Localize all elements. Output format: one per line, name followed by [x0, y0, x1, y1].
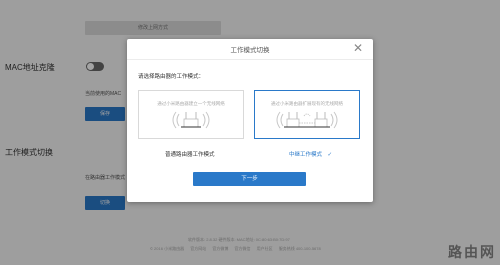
mode-label-repeater-text: 中继工作模式 [289, 152, 323, 158]
mode-card-router[interactable]: 通过小米路由器建立一个无线网络 [138, 90, 244, 139]
mode-card-repeater-desc: 通过小米路由器扩展现有的无线网络 [271, 101, 343, 106]
mode-prompt: 请选择路由器的工作模式： [138, 74, 205, 80]
work-mode-dialog: 工作模式切换 ✕ 请选择路由器的工作模式： 通过小米路由器建立一个无线网络 普通… [127, 39, 373, 202]
wifi-router-icon [172, 111, 210, 129]
wifi-repeater-icon [276, 111, 338, 129]
next-button[interactable]: 下一步 [193, 172, 306, 186]
dialog-title: 工作模式切换 [230, 47, 270, 54]
mode-card-repeater[interactable]: 通过小米路由器扩展现有的无线网络 [254, 90, 360, 139]
checkmark-icon: ✓ [327, 152, 333, 158]
dialog-header: 工作模式切换 ✕ [127, 39, 373, 60]
mode-label-repeater[interactable]: 中继工作模式 ✓ [289, 150, 332, 158]
mode-label-router[interactable]: 普通路由器工作模式 [165, 150, 215, 158]
mode-card-router-desc: 通过小米路由器建立一个无线网络 [157, 101, 225, 106]
close-icon[interactable]: ✕ [353, 42, 363, 54]
watermark-logo: 路由网 [448, 244, 496, 260]
